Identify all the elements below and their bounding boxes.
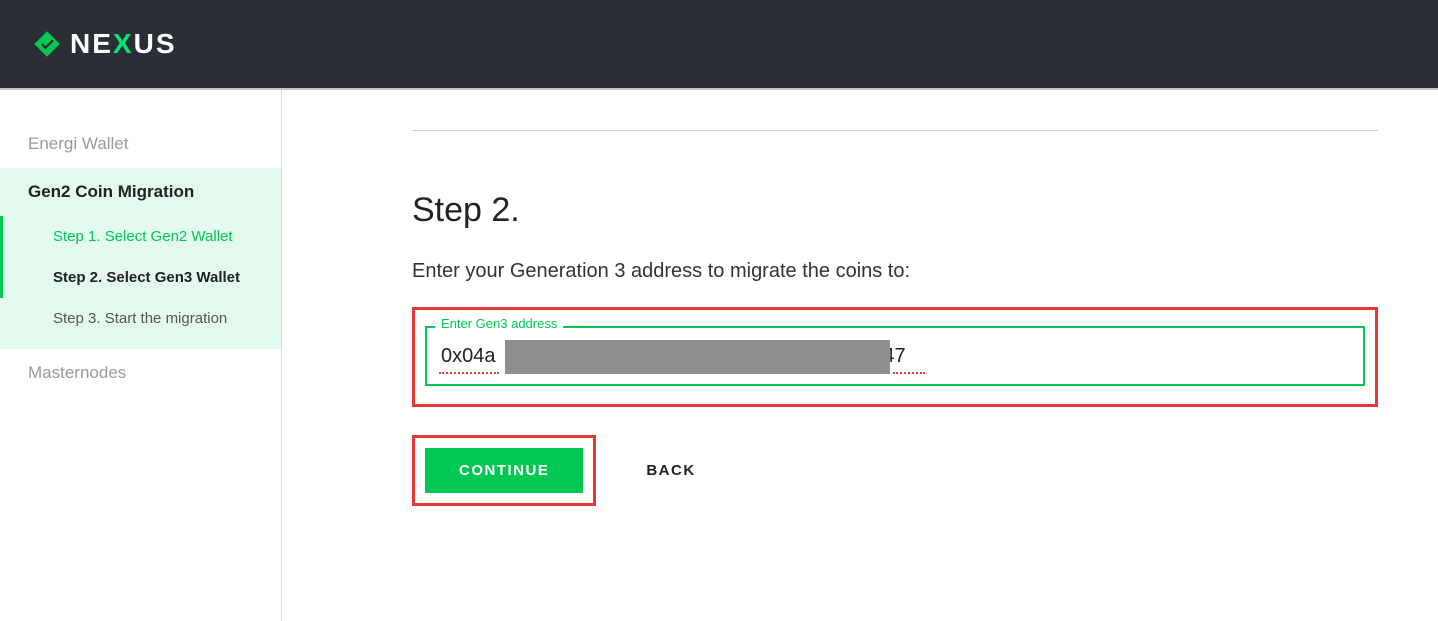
sidebar: Energi Wallet Gen2 Coin Migration Step 1… [0, 90, 282, 621]
divider [412, 130, 1378, 131]
brand-name: NEXUS [70, 28, 177, 60]
gen3-address-input[interactable] [425, 326, 1365, 386]
substep-3[interactable]: Step 3. Start the migration [0, 298, 281, 339]
brand-name-post: US [134, 28, 177, 60]
substep-1[interactable]: Step 1. Select Gen2 Wallet [0, 216, 281, 257]
migration-substeps: Step 1. Select Gen2 Wallet Step 2. Selec… [0, 216, 281, 349]
page-description: Enter your Generation 3 address to migra… [412, 260, 1378, 283]
continue-highlight: CONTINUE [412, 435, 596, 506]
address-field: Enter Gen3 address [425, 326, 1365, 386]
back-button[interactable]: BACK [646, 462, 695, 479]
button-row: CONTINUE BACK [412, 435, 1378, 506]
substep-2[interactable]: Step 2. Select Gen3 Wallet [0, 257, 281, 298]
sidebar-item-masternodes[interactable]: Masternodes [0, 349, 281, 397]
sidebar-item-migration[interactable]: Gen2 Coin Migration [0, 168, 281, 216]
brand-name-accent: X [113, 28, 134, 60]
logo-icon [32, 29, 62, 59]
continue-button[interactable]: CONTINUE [425, 448, 583, 493]
page-title: Step 2. [412, 191, 1378, 230]
address-input-highlight: Enter Gen3 address [412, 307, 1378, 407]
main-content: Step 2. Enter your Generation 3 address … [282, 90, 1438, 621]
app-header: NEXUS [0, 0, 1438, 90]
sidebar-item-wallet[interactable]: Energi Wallet [0, 120, 281, 168]
address-field-label: Enter Gen3 address [435, 316, 563, 331]
brand-logo: NEXUS [32, 28, 177, 60]
brand-name-pre: NE [70, 28, 113, 60]
